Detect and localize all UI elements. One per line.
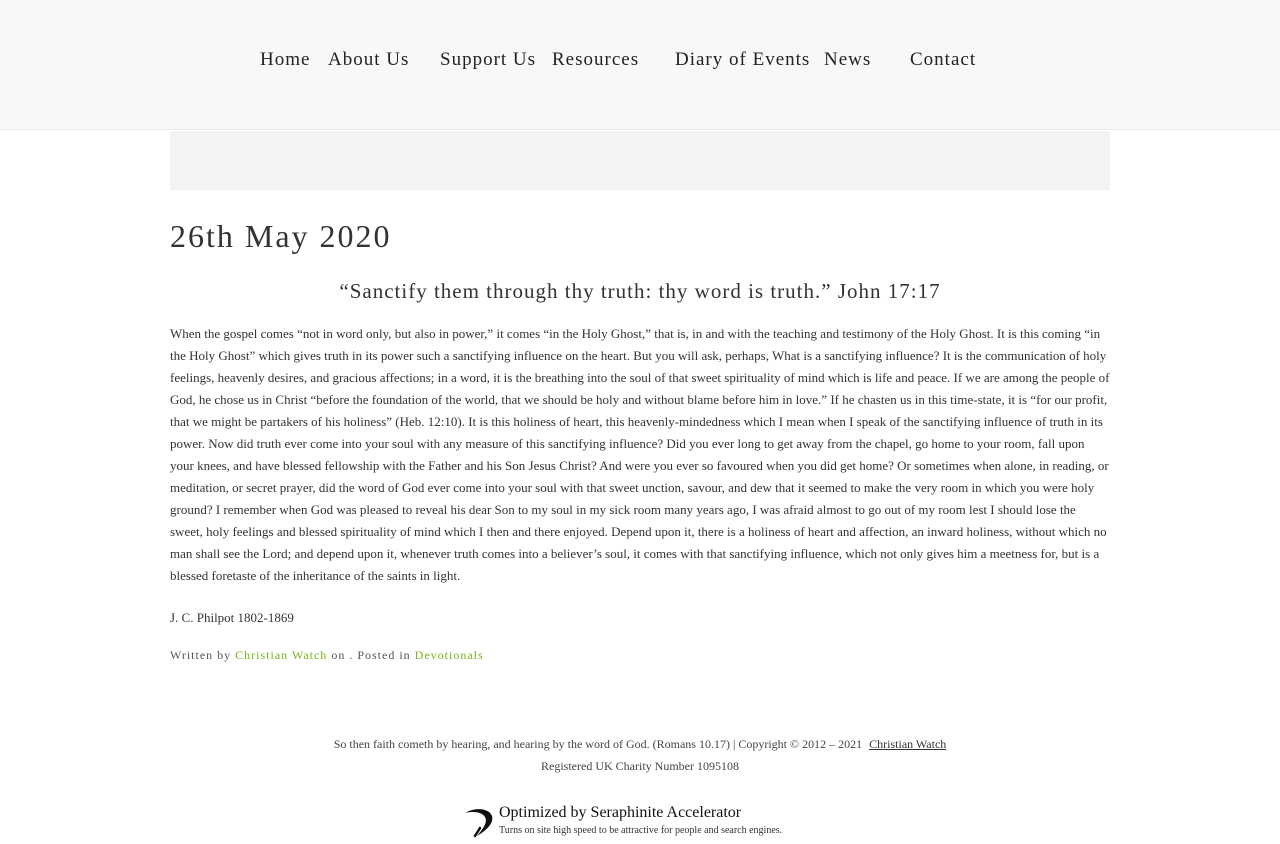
seraphinite-badge[interactable]: Optimized by Seraphinite Accelerator Tur… <box>463 804 823 840</box>
footer-charity-number: Registered UK Charity Number 1095108 <box>541 759 739 773</box>
category-link[interactable]: Devotionals <box>415 648 484 662</box>
scripture-heading: “Sanctify them through thy truth: thy wo… <box>339 279 941 303</box>
nav-news-link[interactable]: News <box>824 49 871 71</box>
header-navbar: Home About Us Support Us Resources Diary… <box>0 0 1280 130</box>
footer-christian-watch-link[interactable]: Christian Watch <box>869 737 946 751</box>
nav-support-us-link[interactable]: Support Us <box>440 49 536 71</box>
nav-home-link[interactable]: Home <box>260 49 310 71</box>
seraphinite-swoosh-icon <box>465 809 493 838</box>
devotional-body-text: When the gospel comes “not in word only,… <box>170 326 1110 583</box>
badge-subtitle: Turns on site high speed to be attractiv… <box>499 825 783 836</box>
author-link[interactable]: Christian Watch <box>235 648 327 662</box>
footer-verse-copyright-text: So then faith cometh by hearing, and hea… <box>333 737 863 751</box>
nav-contact-link[interactable]: Contact <box>910 49 976 71</box>
posted-in-label: on . Posted in <box>331 648 411 662</box>
footer-copyright: So then faith cometh by hearing, and hea… <box>0 737 1280 752</box>
author-attribution: J. C. Philpot 1802-1869 <box>170 610 294 625</box>
nav-about-us-link[interactable]: About Us <box>328 49 409 71</box>
nav-resources-link[interactable]: Resources <box>552 49 639 71</box>
written-by-label: Written by <box>170 648 232 662</box>
post-meta: Written by Christian Watch on . Posted i… <box>170 648 484 663</box>
nav-diary-of-events-link[interactable]: Diary of Events <box>675 49 810 71</box>
page-banner <box>170 131 1110 190</box>
badge-title: Optimized by Seraphinite Accelerator <box>499 804 742 821</box>
post-title: 26th May 2020 <box>170 218 392 254</box>
